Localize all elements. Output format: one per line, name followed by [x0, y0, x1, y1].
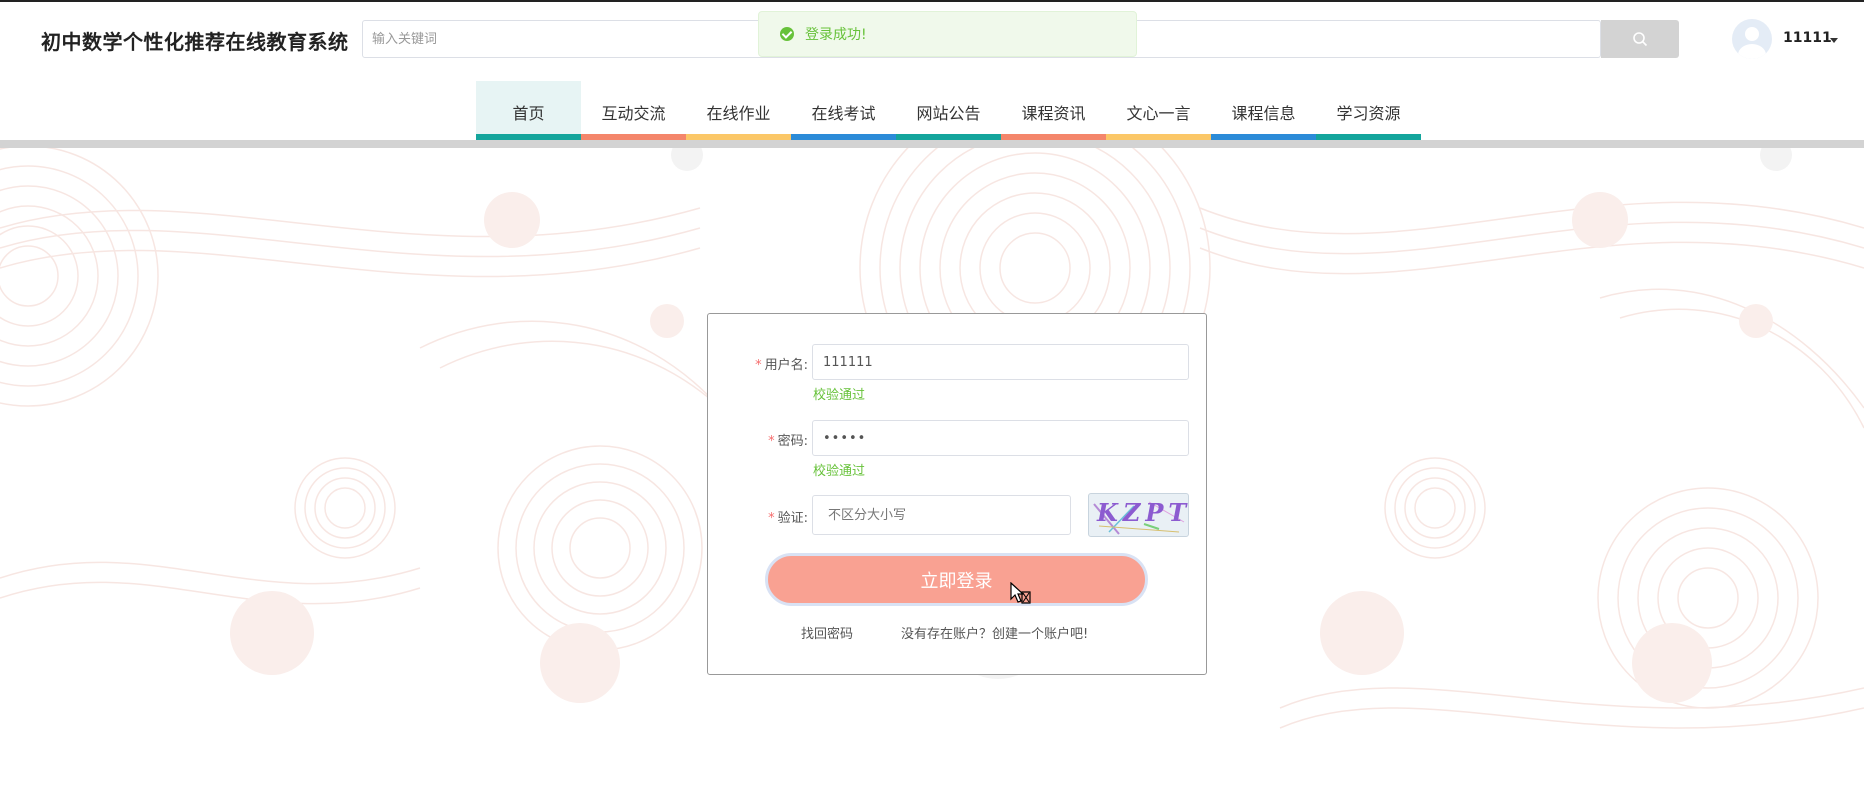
nav-item-course-news[interactable]: 课程资讯	[1001, 81, 1106, 142]
nav-item-label: 学习资源	[1336, 104, 1401, 123]
register-link[interactable]: 没有存在账户？创建一个账户吧!	[901, 623, 1088, 642]
captcha-input[interactable]	[812, 495, 1071, 535]
caret-down-icon[interactable]	[1830, 38, 1838, 43]
nav-item-label: 在线考试	[811, 104, 876, 123]
nav-item-label: 在线作业	[706, 104, 771, 123]
nav-item-announcement[interactable]: 网站公告	[896, 81, 1001, 142]
nav-item-home[interactable]: 首页	[476, 81, 581, 142]
nav-item-interaction[interactable]: 互动交流	[581, 81, 686, 142]
nav-item-wenxin[interactable]: 文心一言	[1106, 81, 1211, 142]
user-name[interactable]: 11111	[1783, 30, 1832, 46]
main-nav: 首页 互动交流 在线作业 在线考试 网站公告 课程资讯 文心一言 课程信息 学习…	[476, 81, 1421, 142]
login-card: *用户名: 校验通过 *密码: 校验通过 *验证: KZPT 立即登录 找回密码…	[707, 313, 1207, 675]
nav-rail	[0, 140, 1864, 148]
cursor-icon	[1010, 582, 1031, 604]
search-button[interactable]	[1601, 20, 1679, 58]
username-label: * 用户名:	[755, 358, 808, 373]
search-icon	[1633, 32, 1648, 47]
nav-item-label: 文心一言	[1126, 104, 1191, 123]
check-circle-icon	[780, 27, 794, 41]
forgot-password-link[interactable]: 找回密码	[801, 623, 853, 642]
nav-item-exam[interactable]: 在线考试	[791, 81, 896, 142]
password-status: 校验通过	[813, 464, 866, 479]
nav-item-course-info[interactable]: 课程信息	[1211, 81, 1316, 142]
success-toast: 登录成功!	[758, 11, 1137, 57]
nav-item-label: 课程资讯	[1021, 104, 1086, 123]
nav-item-label: 网站公告	[916, 104, 981, 123]
login-button[interactable]: 立即登录	[765, 553, 1148, 606]
captcha-label: * 验证:	[768, 511, 808, 526]
nav-item-label: 课程信息	[1231, 104, 1296, 123]
avatar[interactable]	[1732, 19, 1772, 59]
username-status: 校验通过	[813, 388, 866, 403]
nav-item-homework[interactable]: 在线作业	[686, 81, 791, 142]
nav-item-label: 互动交流	[601, 104, 666, 123]
site-title: 初中数学个性化推荐在线教育系统	[41, 30, 349, 54]
username-input[interactable]	[812, 344, 1189, 380]
password-input[interactable]	[812, 420, 1189, 456]
nav-item-resources[interactable]: 学习资源	[1316, 81, 1421, 142]
captcha-image[interactable]: KZPT	[1088, 493, 1189, 537]
password-label: * 密码:	[768, 434, 808, 449]
nav-item-label: 首页	[512, 104, 545, 123]
toast-message: 登录成功!	[805, 27, 867, 43]
captcha-text: KZPT	[1097, 498, 1189, 527]
